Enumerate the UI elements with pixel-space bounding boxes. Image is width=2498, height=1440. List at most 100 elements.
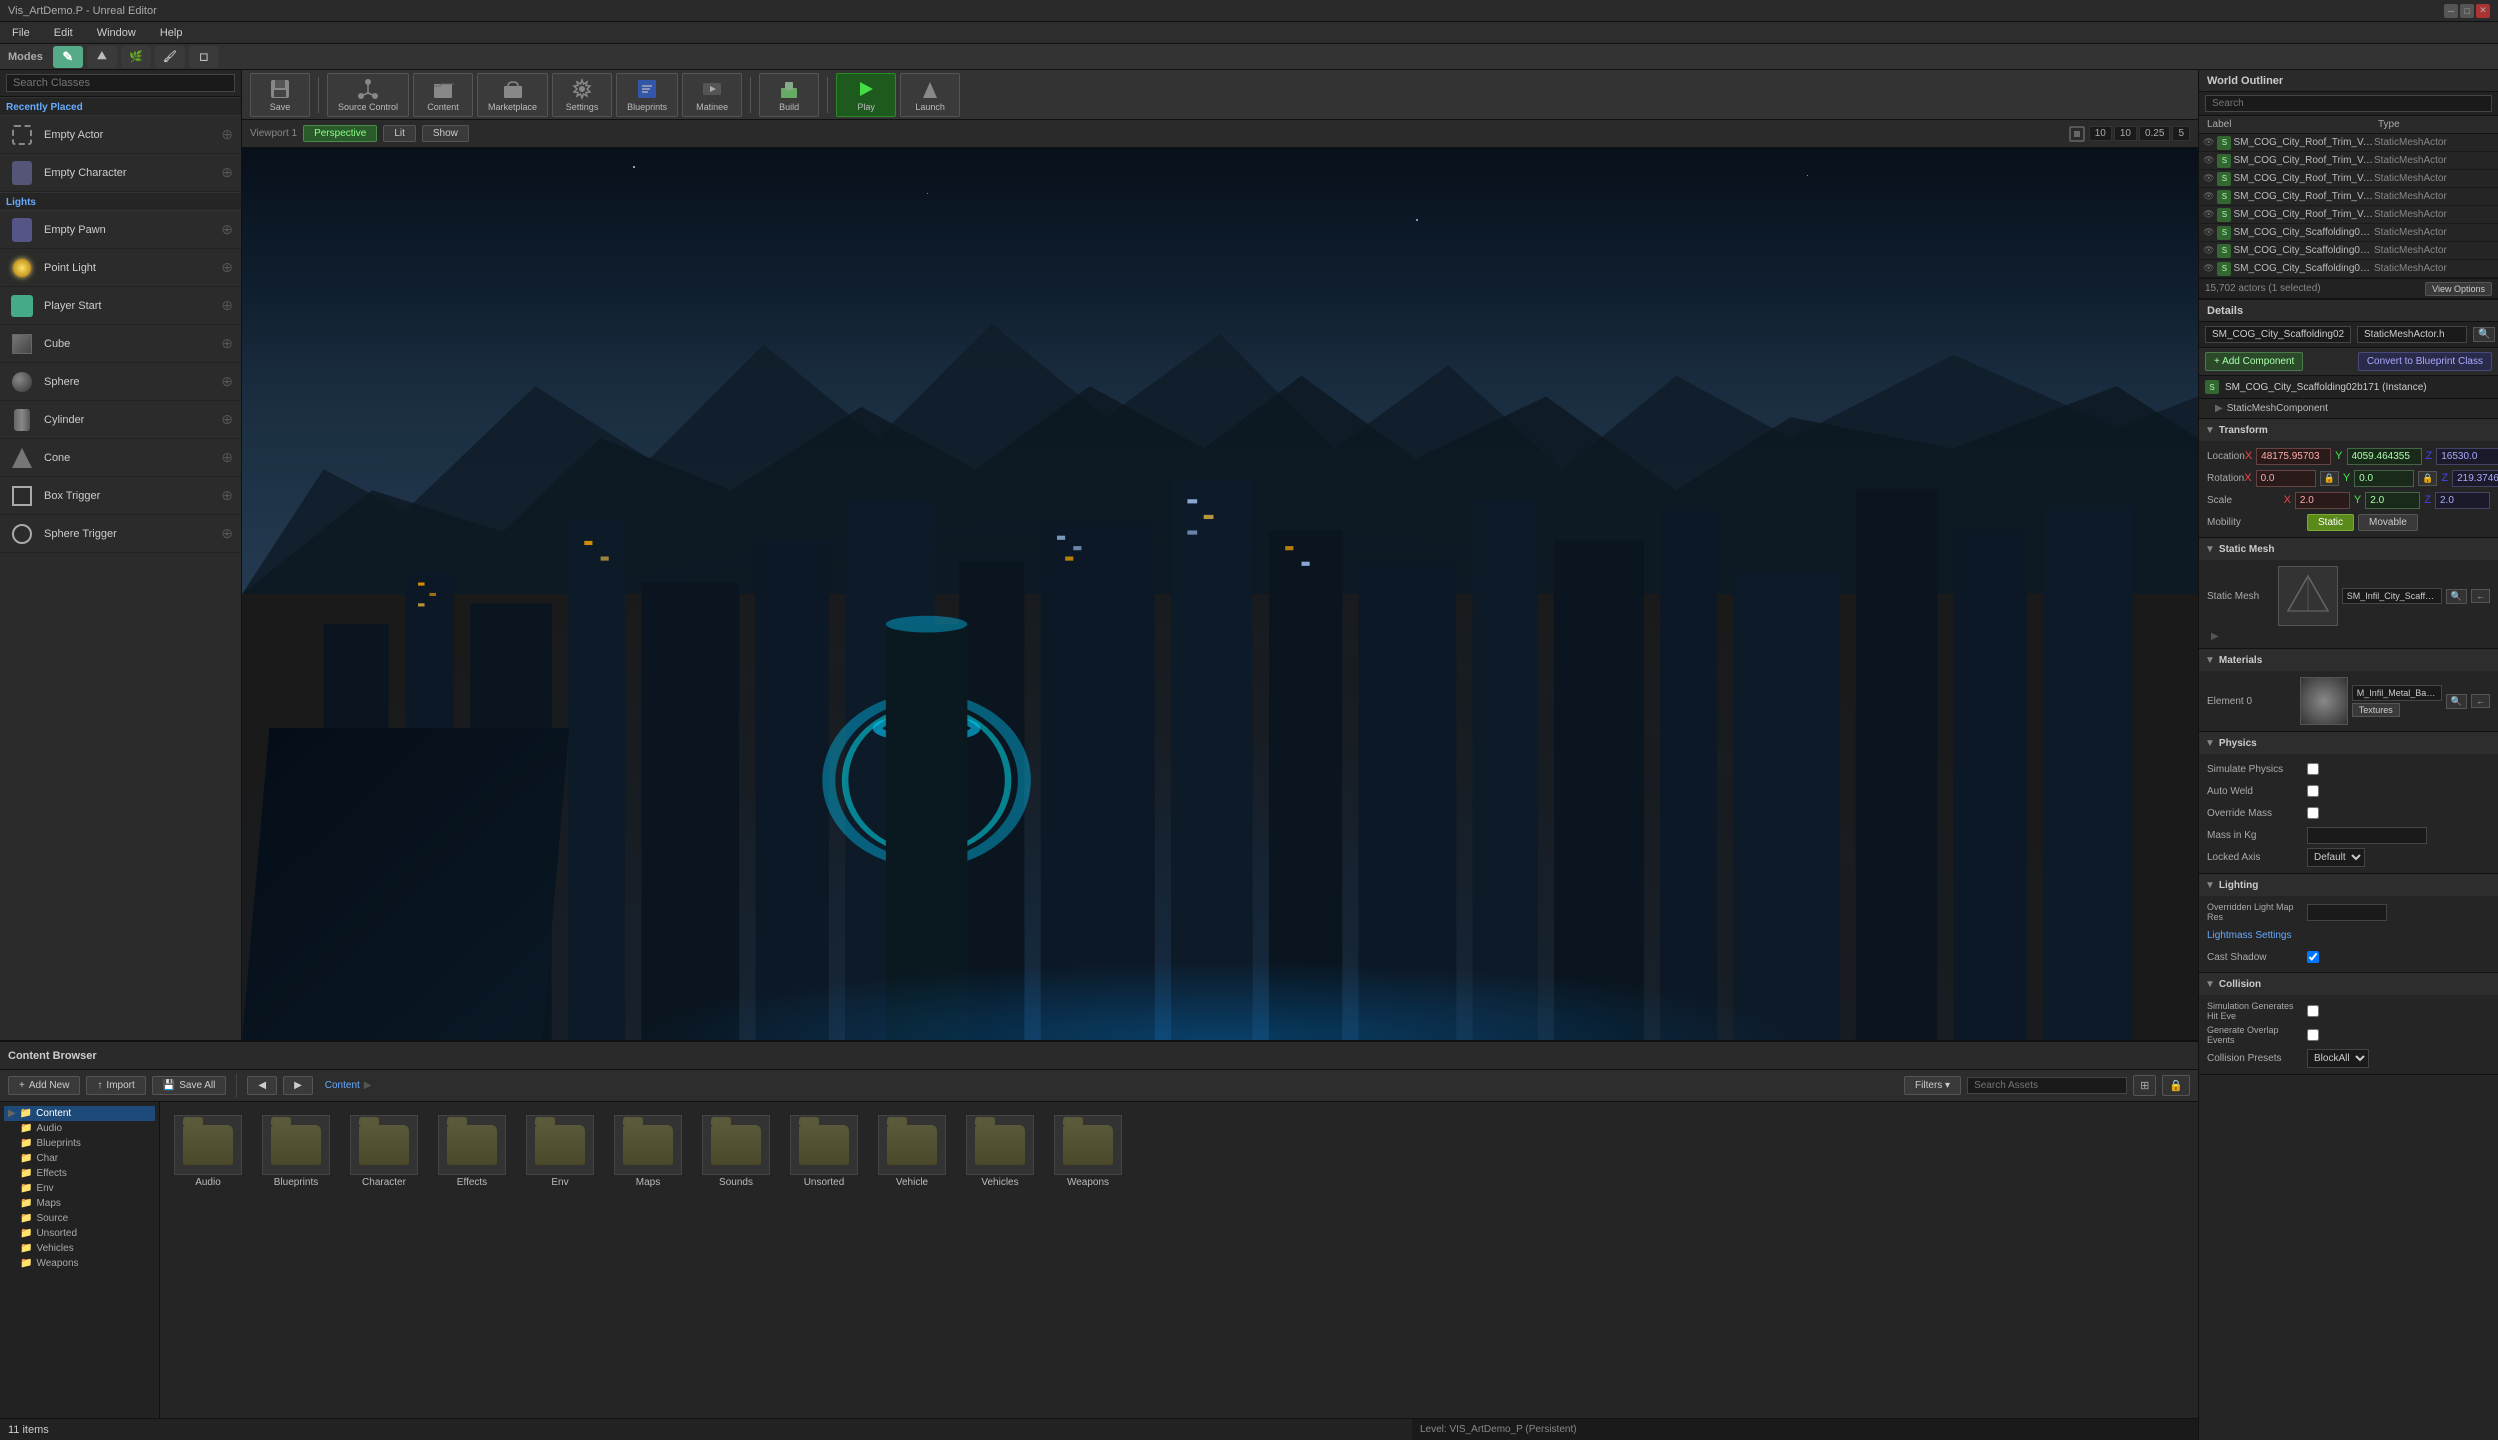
mass-kg-input[interactable]: [2307, 827, 2427, 844]
list-item[interactable]: Unsorted: [784, 1110, 864, 1193]
close-button[interactable]: ✕: [2476, 4, 2490, 18]
list-item[interactable]: Character: [344, 1110, 424, 1193]
list-item[interactable]: Weapons: [1048, 1110, 1128, 1193]
viewport-scene[interactable]: [242, 148, 2198, 1040]
launch-button[interactable]: Launch: [900, 73, 960, 117]
import-button[interactable]: ↑ Import: [86, 1076, 145, 1095]
mode-foliage[interactable]: 🌿: [121, 46, 151, 68]
menu-help[interactable]: Help: [154, 25, 189, 41]
settings-button[interactable]: Settings: [552, 73, 612, 117]
mesh-browse-button[interactable]: 🔍: [2446, 589, 2467, 604]
transform-section-header[interactable]: ▼ Transform: [2199, 419, 2498, 441]
gen-overlap-checkbox[interactable]: [2307, 1029, 2319, 1041]
mode-select[interactable]: ✎: [53, 46, 83, 68]
static-mesh-component-item[interactable]: ▶ StaticMeshComponent: [2215, 403, 2482, 414]
collision-presets-select[interactable]: BlockAll: [2307, 1049, 2369, 1068]
place-item-cylinder[interactable]: Cylinder ⊕: [0, 401, 241, 439]
play-button[interactable]: Play: [836, 73, 896, 117]
list-item[interactable]: Audio: [168, 1110, 248, 1193]
movable-button[interactable]: Movable: [2358, 514, 2418, 531]
search-classes-input[interactable]: [6, 74, 235, 92]
table-row[interactable]: 👁SSM_COG_City_Scaffolding02b169StaticMes…: [2199, 242, 2498, 260]
table-row[interactable]: 👁SSM_COG_City_Roof_Trim_VarB_Middle459St…: [2199, 206, 2498, 224]
location-y-input[interactable]: [2347, 448, 2422, 465]
collision-section-header[interactable]: ▼ Collision: [2199, 973, 2498, 995]
save-all-button[interactable]: 💾 Save All: [152, 1076, 227, 1095]
tree-item-vehicles[interactable]: 📁 Vehicles: [4, 1241, 155, 1256]
materials-section-header[interactable]: ▼ Materials: [2199, 649, 2498, 671]
place-item-sphere-trigger[interactable]: Sphere Trigger ⊕: [0, 515, 241, 553]
mesh-name[interactable]: SM_Infil_City_Scaffolding02...: [2342, 588, 2442, 604]
actor-class-input[interactable]: [2357, 326, 2467, 343]
rotation-z-input[interactable]: [2452, 470, 2498, 487]
mesh-expand-row[interactable]: ▶: [2203, 628, 2494, 644]
table-row[interactable]: 👁SSM_COG_City_Roof_Trim_VarB_Middle458St…: [2199, 188, 2498, 206]
place-item-cube[interactable]: Cube ⊕: [0, 325, 241, 363]
scale-z-input[interactable]: [2435, 492, 2490, 509]
list-item[interactable]: Env: [520, 1110, 600, 1193]
tree-item-weapons[interactable]: 📁 Weapons: [4, 1256, 155, 1271]
table-row[interactable]: 👁SSM_COG_City_Roof_Trim_VarB_Middle457St…: [2199, 170, 2498, 188]
search-class-button[interactable]: 🔍: [2473, 327, 2495, 342]
save-button[interactable]: Save: [250, 73, 310, 117]
cast-shadow-checkbox[interactable]: [2307, 951, 2319, 963]
list-item[interactable]: Blueprints: [256, 1110, 336, 1193]
minimize-button[interactable]: ─: [2444, 4, 2458, 18]
place-item-player-start[interactable]: Player Start ⊕: [0, 287, 241, 325]
perspective-button[interactable]: Perspective: [303, 125, 377, 142]
source-control-button[interactable]: Source Control: [327, 73, 409, 117]
build-button[interactable]: Build: [759, 73, 819, 117]
rotation-y-lock[interactable]: 🔒: [2418, 471, 2437, 486]
mode-landscape[interactable]: ⛰: [87, 46, 117, 68]
mode-geometry[interactable]: ◻: [189, 46, 219, 68]
tree-item-env[interactable]: 📁 Env: [4, 1181, 155, 1196]
place-item-sphere[interactable]: Sphere ⊕: [0, 363, 241, 401]
place-item-cone[interactable]: Cone ⊕: [0, 439, 241, 477]
lightmass-row[interactable]: Lightmass Settings: [2203, 924, 2494, 946]
place-item-empty-actor[interactable]: Empty Actor ⊕: [0, 116, 241, 154]
rotation-y-input[interactable]: [2354, 470, 2414, 487]
tree-item-unsorted[interactable]: 📁 Unsorted: [4, 1226, 155, 1241]
light-map-input[interactable]: [2307, 904, 2387, 921]
list-item[interactable]: Maps: [608, 1110, 688, 1193]
table-row[interactable]: 👁SSM_COG_City_Scaffolding02b170StaticMes…: [2199, 260, 2498, 278]
add-component-button[interactable]: + Add Component: [2205, 352, 2303, 371]
menu-edit[interactable]: Edit: [48, 25, 79, 41]
rotation-x-lock[interactable]: 🔒: [2320, 471, 2339, 486]
place-item-empty-character[interactable]: Empty Character ⊕: [0, 154, 241, 192]
material-use-button[interactable]: ←: [2471, 694, 2490, 708]
sim-hit-checkbox[interactable]: [2307, 1005, 2319, 1017]
mode-paint[interactable]: 🖌: [155, 46, 185, 68]
maximize-button[interactable]: □: [2460, 4, 2474, 18]
scale-x-input[interactable]: [2295, 492, 2350, 509]
textures-button[interactable]: Textures: [2352, 703, 2400, 717]
list-item[interactable]: Sounds: [696, 1110, 776, 1193]
tree-item-content[interactable]: ▶ 📁 Content: [4, 1106, 155, 1121]
cb-search-input[interactable]: [1967, 1077, 2127, 1094]
cb-lock-button[interactable]: 🔒: [2162, 1075, 2190, 1096]
tree-item-char[interactable]: 📁 Char: [4, 1151, 155, 1166]
mesh-use-button[interactable]: ←: [2471, 589, 2490, 603]
list-item[interactable]: Effects: [432, 1110, 512, 1193]
cb-back-button[interactable]: ◀: [247, 1076, 277, 1095]
table-row[interactable]: 👁SSM_COG_City_Roof_Trim_VarB_Middle420St…: [2199, 152, 2498, 170]
rotation-x-input[interactable]: [2256, 470, 2316, 487]
table-row[interactable]: 👁SSM_COG_City_Roof_Trim_VarB_Middle419St…: [2199, 134, 2498, 152]
auto-weld-checkbox[interactable]: [2307, 785, 2319, 797]
marketplace-button[interactable]: Marketplace: [477, 73, 548, 117]
filters-button[interactable]: Filters ▾: [1904, 1076, 1961, 1095]
list-item[interactable]: Vehicles: [960, 1110, 1040, 1193]
list-item[interactable]: Vehicle: [872, 1110, 952, 1193]
maximize-viewport-icon[interactable]: [2069, 126, 2085, 142]
material-name[interactable]: M_Infil_Metal_Base_Dark...: [2352, 685, 2442, 701]
override-mass-checkbox[interactable]: [2307, 807, 2319, 819]
material-browse-button[interactable]: 🔍: [2446, 694, 2467, 709]
tree-item-effects[interactable]: 📁 Effects: [4, 1166, 155, 1181]
location-z-input[interactable]: [2436, 448, 2498, 465]
add-new-button[interactable]: + Add New: [8, 1076, 80, 1095]
lighting-section-header[interactable]: ▼ Lighting: [2199, 874, 2498, 896]
static-mesh-section-header[interactable]: ▼ Static Mesh: [2199, 538, 2498, 560]
tree-item-blueprints[interactable]: 📁 Blueprints: [4, 1136, 155, 1151]
matinee-button[interactable]: Matinee: [682, 73, 742, 117]
place-item-point-light[interactable]: Point Light ⊕: [0, 249, 241, 287]
